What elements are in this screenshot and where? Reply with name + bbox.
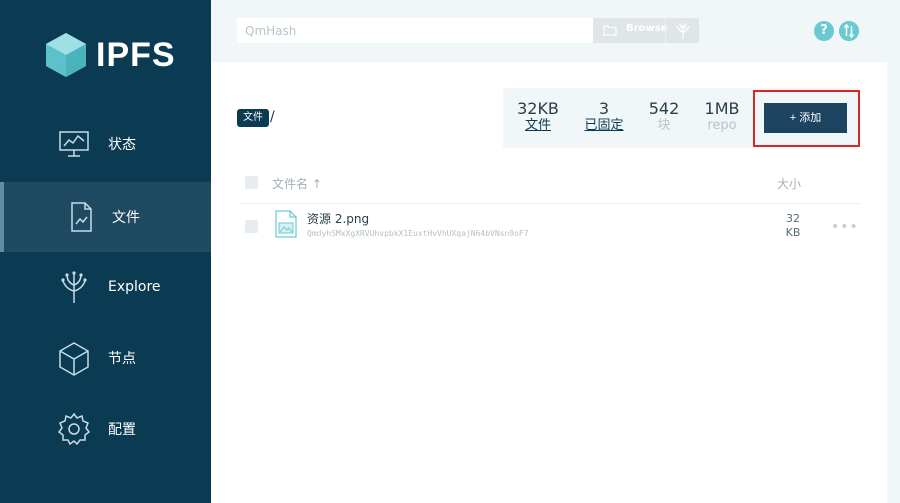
column-header-size[interactable]: 大小: [777, 175, 801, 192]
hash-search-input[interactable]: [237, 18, 593, 43]
add-button[interactable]: + 添加: [764, 103, 847, 133]
files-icon: [71, 202, 92, 232]
stat-pinned-label[interactable]: 已固定: [583, 118, 625, 134]
file-name[interactable]: 资源 2.png: [307, 210, 369, 227]
image-file-icon: [275, 210, 297, 238]
help-icon[interactable]: ?: [814, 21, 834, 41]
nav-item-explore[interactable]: Explore: [0, 252, 211, 322]
stat-blocks-label: 块: [657, 118, 671, 133]
folder-icon: [603, 25, 617, 36]
nav-item-files[interactable]: 文件: [0, 182, 211, 252]
settings-gear-icon: [57, 412, 91, 446]
nav-label-status: 状态: [108, 137, 136, 153]
file-size: 32 KB: [776, 212, 810, 240]
file-size-value: 32: [786, 212, 800, 225]
right-edge-strip: [887, 62, 900, 503]
file-hash: QmdyhSMxXgXRVUhvpbkX1EuxtHvVhUXqajN64bVN…: [307, 229, 529, 238]
browse-label: Browse: [626, 23, 668, 34]
breadcrumb-separator: /: [270, 109, 275, 125]
column-header-name[interactable]: 文件名 ↑: [272, 175, 322, 192]
stat-repo: 1MB repo: [701, 100, 743, 134]
explore-tree-small-icon: [676, 23, 690, 39]
sync-transfer-icon[interactable]: [839, 21, 859, 41]
nav-label-files: 文件: [112, 210, 140, 226]
stat-blocks: 542 块: [646, 100, 682, 134]
stat-files-value: 32KB: [517, 99, 559, 118]
nav-label-settings: 配置: [108, 422, 136, 438]
browse-button[interactable]: Browse: [593, 18, 699, 43]
stat-pinned-value: 3: [598, 99, 610, 118]
file-size-unit: KB: [785, 226, 801, 239]
browse-divider: [665, 18, 666, 43]
more-options-icon[interactable]: •••: [831, 219, 859, 235]
explore-tree-icon: [61, 271, 87, 303]
breadcrumb-root[interactable]: 文件: [237, 109, 269, 127]
row-checkbox[interactable]: [245, 220, 258, 233]
stat-repo-label: repo: [707, 118, 737, 133]
nav-item-status[interactable]: 状态: [0, 109, 211, 179]
nav-item-peers[interactable]: 节点: [0, 323, 211, 393]
select-all-checkbox[interactable]: [245, 176, 258, 189]
ipfs-cube-logo-icon: [46, 33, 86, 77]
row-divider: [239, 203, 861, 204]
stat-pinned: 3 已固定: [583, 100, 625, 134]
stat-files: 32KB 文件: [515, 100, 561, 134]
nav-label-peers: 节点: [108, 351, 136, 367]
stat-repo-value: 1MB: [704, 99, 740, 118]
nav-label-explore: Explore: [108, 279, 161, 295]
sidebar: IPFS 状态 文件 Explore 节点 配置: [0, 0, 211, 503]
nav-item-settings[interactable]: 配置: [0, 394, 211, 464]
top-bar: Browse ?: [211, 0, 900, 62]
status-monitor-icon: [59, 131, 89, 157]
app-logo[interactable]: IPFS: [44, 31, 176, 79]
stat-blocks-value: 542: [648, 99, 680, 118]
logo-text: IPFS: [96, 35, 176, 74]
peers-cube-icon: [59, 342, 89, 376]
stat-files-label[interactable]: 文件: [515, 118, 561, 134]
